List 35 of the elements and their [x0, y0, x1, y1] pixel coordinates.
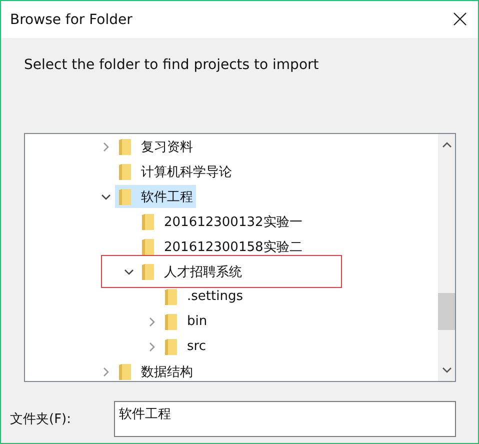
- chevron-down-icon[interactable]: [101, 194, 111, 200]
- scroll-down-icon[interactable]: [442, 367, 452, 373]
- tree-item[interactable]: 计算机科学导论: [115, 160, 235, 183]
- folder-icon: [119, 188, 131, 204]
- tree-item[interactable]: 复习资料: [115, 135, 196, 158]
- folder-input-field[interactable]: 软件工程: [114, 401, 456, 437]
- tree-item[interactable]: 人才招聘系统: [138, 260, 245, 283]
- folder-icon: [165, 338, 177, 354]
- folder-icon: [165, 288, 177, 304]
- close-icon[interactable]: [453, 12, 467, 26]
- chevron-right-icon[interactable]: [149, 342, 155, 352]
- chevron-right-icon[interactable]: [149, 316, 155, 326]
- chevron-right-icon[interactable]: [103, 366, 109, 376]
- folder-icon: [142, 214, 154, 230]
- tree-item[interactable]: 201612300132实验一: [138, 210, 306, 233]
- tree-item[interactable]: src: [161, 335, 209, 358]
- folder-icon: [119, 364, 131, 380]
- window-title: Browse for Folder: [10, 12, 132, 28]
- scrollbar[interactable]: [438, 134, 455, 381]
- folder-icon: [119, 138, 131, 154]
- folder-icon: [142, 264, 154, 280]
- scrollbar-thumb[interactable]: [438, 293, 455, 330]
- tree-item[interactable]: bin: [161, 310, 210, 333]
- chevron-right-icon[interactable]: [103, 142, 109, 152]
- folder-icon: [165, 314, 177, 330]
- folder-icon: [119, 164, 131, 180]
- folder-icon: [142, 238, 154, 254]
- tree-item[interactable]: .settings: [161, 285, 246, 308]
- scroll-up-icon[interactable]: [442, 142, 452, 148]
- folder-label: 文件夹(F):: [10, 411, 72, 428]
- instruction-text: Select the folder to find projects to import: [24, 57, 320, 75]
- tree-item[interactable]: 软件工程: [115, 185, 196, 208]
- chevron-down-icon[interactable]: [124, 268, 134, 274]
- tree-item[interactable]: 201612300158实验二: [138, 235, 306, 258]
- tree-item[interactable]: 数据结构: [115, 360, 196, 381]
